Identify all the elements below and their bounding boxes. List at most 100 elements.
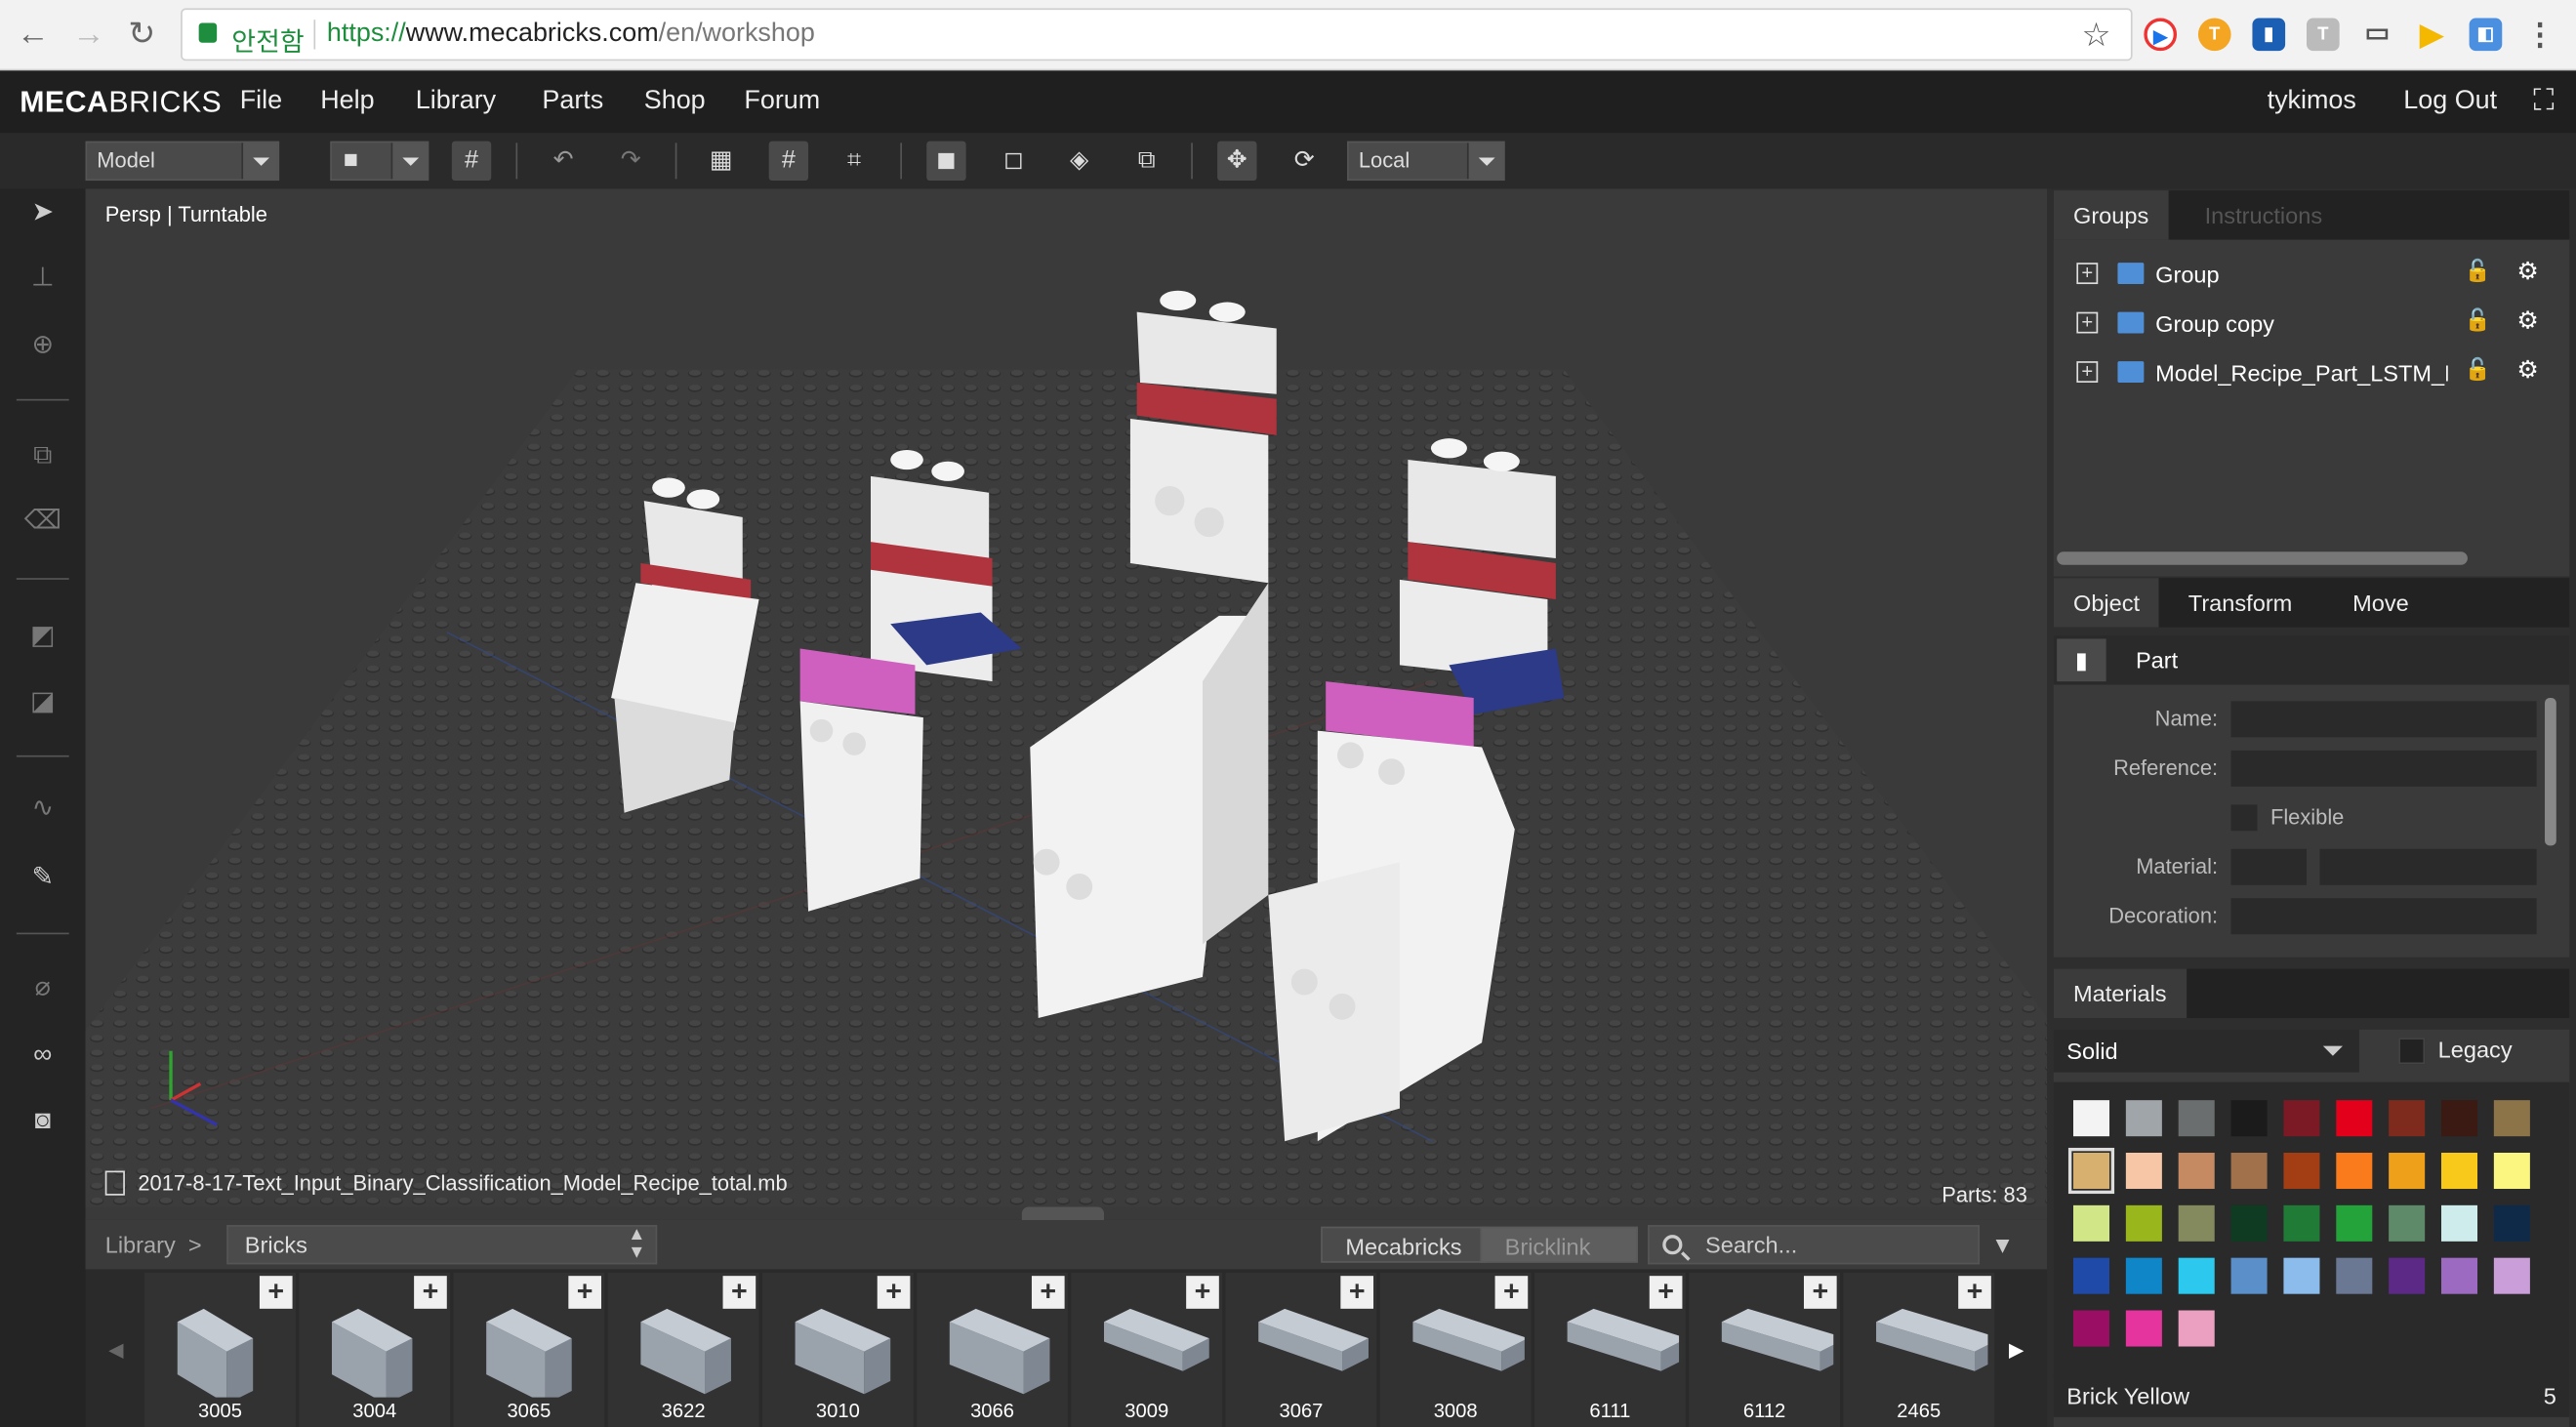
color-swatch[interactable] (2493, 1257, 2530, 1294)
reload-icon[interactable]: ↻ (128, 15, 155, 54)
color-swatch[interactable] (2125, 1310, 2162, 1347)
color-swatch[interactable] (2389, 1257, 2426, 1294)
group-row[interactable]: + Group 🔓 ⚙ (2054, 250, 2569, 299)
color-swatch[interactable] (2072, 1100, 2110, 1137)
add-part-button[interactable]: + (1340, 1276, 1374, 1309)
extension-box-icon[interactable]: ◧ (2469, 18, 2503, 52)
pointer-icon[interactable]: ➤ (21, 192, 64, 235)
bookmark-extension-icon[interactable]: ▮ (2252, 18, 2286, 52)
category-select[interactable]: Bricks ▲ ▼ (226, 1225, 658, 1265)
color-swatch[interactable] (2072, 1310, 2110, 1347)
expand-icon[interactable]: + (2076, 361, 2099, 383)
color-swatch[interactable] (2230, 1100, 2268, 1137)
expand-icon[interactable]: + (2076, 312, 2099, 334)
add-part-button[interactable]: + (568, 1276, 601, 1309)
color-swatch[interactable] (2125, 1257, 2162, 1294)
name-field[interactable] (2230, 701, 2537, 738)
3d-viewport[interactable]: Persp | Turntable 2017-8-17-Text_Input_B… (85, 188, 2048, 1220)
color-swatch[interactable] (2440, 1257, 2478, 1294)
color-swatch[interactable] (2336, 1204, 2373, 1242)
object-scrollbar[interactable] (2545, 697, 2556, 846)
flex-path-icon[interactable]: ∿ (21, 789, 64, 832)
browser-menu-icon[interactable]: ⋮ (2523, 19, 2556, 52)
address-bar[interactable]: 안전함 https://www.mecabricks.com/en/worksh… (181, 8, 2133, 61)
color-swatch[interactable] (2283, 1204, 2320, 1242)
part-tile[interactable]: +3008 (1379, 1272, 1532, 1427)
color-swatch[interactable] (2440, 1153, 2478, 1190)
gear-icon[interactable]: ⚙ (2516, 306, 2539, 336)
groups-scrollbar[interactable] (2057, 551, 2468, 565)
color-swatch[interactable] (2493, 1100, 2530, 1137)
gear-icon[interactable]: ⚙ (2516, 256, 2539, 286)
menu-forum[interactable]: Forum (744, 87, 820, 116)
add-part-button[interactable]: + (1494, 1276, 1529, 1309)
color-swatch[interactable] (2336, 1257, 2373, 1294)
color-swatch[interactable] (2125, 1100, 2162, 1137)
color-swatch[interactable] (2440, 1204, 2478, 1242)
extension-t-icon[interactable]: T (2197, 18, 2231, 52)
unlock-icon[interactable]: 🔓 (2465, 356, 2491, 383)
tab-move[interactable]: Move (2333, 578, 2429, 627)
part-tile[interactable]: +6112 (1689, 1272, 1841, 1427)
library-breadcrumb[interactable]: Library > (105, 1232, 202, 1258)
select-all-icon[interactable]: ▦ (702, 142, 741, 181)
tab-object[interactable]: Object (2053, 578, 2160, 628)
color-swatch[interactable] (2493, 1204, 2530, 1242)
logout-link[interactable]: Log Out (2403, 87, 2497, 116)
tab-materials[interactable]: Materials (2053, 968, 2187, 1019)
color-swatch[interactable] (2283, 1257, 2320, 1294)
pick-color-icon[interactable]: ◪ (21, 681, 64, 724)
undo-icon[interactable]: ↶ (544, 142, 583, 181)
material-type-select[interactable]: Solid (2053, 1029, 2359, 1073)
color-swatch[interactable] (2067, 1147, 2115, 1195)
bookmark-star-icon[interactable]: ☆ (2082, 15, 2111, 56)
username-link[interactable]: tykimos (2268, 87, 2356, 116)
color-swatch[interactable] (2230, 1257, 2268, 1294)
menu-file[interactable]: File (240, 87, 282, 116)
copy-icon[interactable]: ⧉ (21, 435, 64, 478)
menu-help[interactable]: Help (320, 87, 374, 116)
render-view-icon[interactable]: ◈ (1060, 142, 1099, 181)
add-part-button[interactable]: + (877, 1276, 911, 1309)
wireframe-view-icon[interactable]: ◻ (994, 142, 1033, 181)
camera-select[interactable]: ■ (330, 141, 429, 182)
color-swatch[interactable] (2230, 1204, 2268, 1242)
menu-library[interactable]: Library (416, 87, 496, 116)
mode-select[interactable]: Model (85, 141, 280, 182)
grid-toggle-icon[interactable]: # (451, 141, 492, 182)
color-swatch[interactable] (2125, 1153, 2162, 1190)
redo-icon[interactable]: ↷ (611, 142, 650, 181)
cast-icon[interactable]: ▭ (2361, 19, 2394, 52)
color-swatch[interactable] (2178, 1310, 2215, 1347)
expand-icon[interactable]: + (2076, 263, 2099, 285)
forward-icon[interactable]: → (72, 15, 105, 54)
add-part-button[interactable]: + (259, 1276, 293, 1309)
back-icon[interactable]: ← (17, 15, 50, 54)
color-swatch[interactable] (2336, 1153, 2373, 1190)
trash-icon[interactable]: ⌫ (21, 501, 64, 544)
material-id-field[interactable] (2230, 848, 2307, 885)
move-tool-icon[interactable]: ✥ (1217, 141, 1257, 182)
add-part-button[interactable]: + (1186, 1276, 1219, 1309)
fullscreen-icon[interactable]: ⛶ (2533, 84, 2554, 118)
group-row[interactable]: + Group copy 🔓 ⚙ (2054, 299, 2569, 347)
legacy-checkbox[interactable] (2398, 1038, 2426, 1065)
panel-resize-handle[interactable] (1021, 1206, 1105, 1220)
xray-view-icon[interactable]: ⧉ (1127, 142, 1166, 181)
part-tile[interactable]: +3005 (144, 1272, 296, 1427)
add-part-button[interactable]: + (1031, 1276, 1065, 1309)
gear-icon[interactable]: ⚙ (2516, 354, 2539, 385)
part-tile[interactable]: +6111 (1533, 1272, 1686, 1427)
color-swatch[interactable] (2178, 1100, 2215, 1137)
add-part-button[interactable]: + (1803, 1276, 1837, 1309)
part-tile[interactable]: +3067 (1225, 1272, 1377, 1427)
filter-icon[interactable]: ▼ (1991, 1232, 2014, 1258)
decoration-field[interactable] (2230, 898, 2537, 935)
unlock-icon[interactable]: 🔓 (2465, 258, 2491, 284)
color-swatch[interactable] (2493, 1153, 2530, 1190)
extension-t2-icon[interactable]: T (2306, 18, 2340, 52)
glasses-icon[interactable]: ∞ (21, 1035, 64, 1078)
group-row[interactable]: + Model_Recipe_Part_LSTM_Exa 🔓 ⚙ (2054, 348, 2569, 397)
part-tile[interactable]: +3065 (453, 1272, 605, 1427)
color-swatch[interactable] (2389, 1100, 2426, 1137)
